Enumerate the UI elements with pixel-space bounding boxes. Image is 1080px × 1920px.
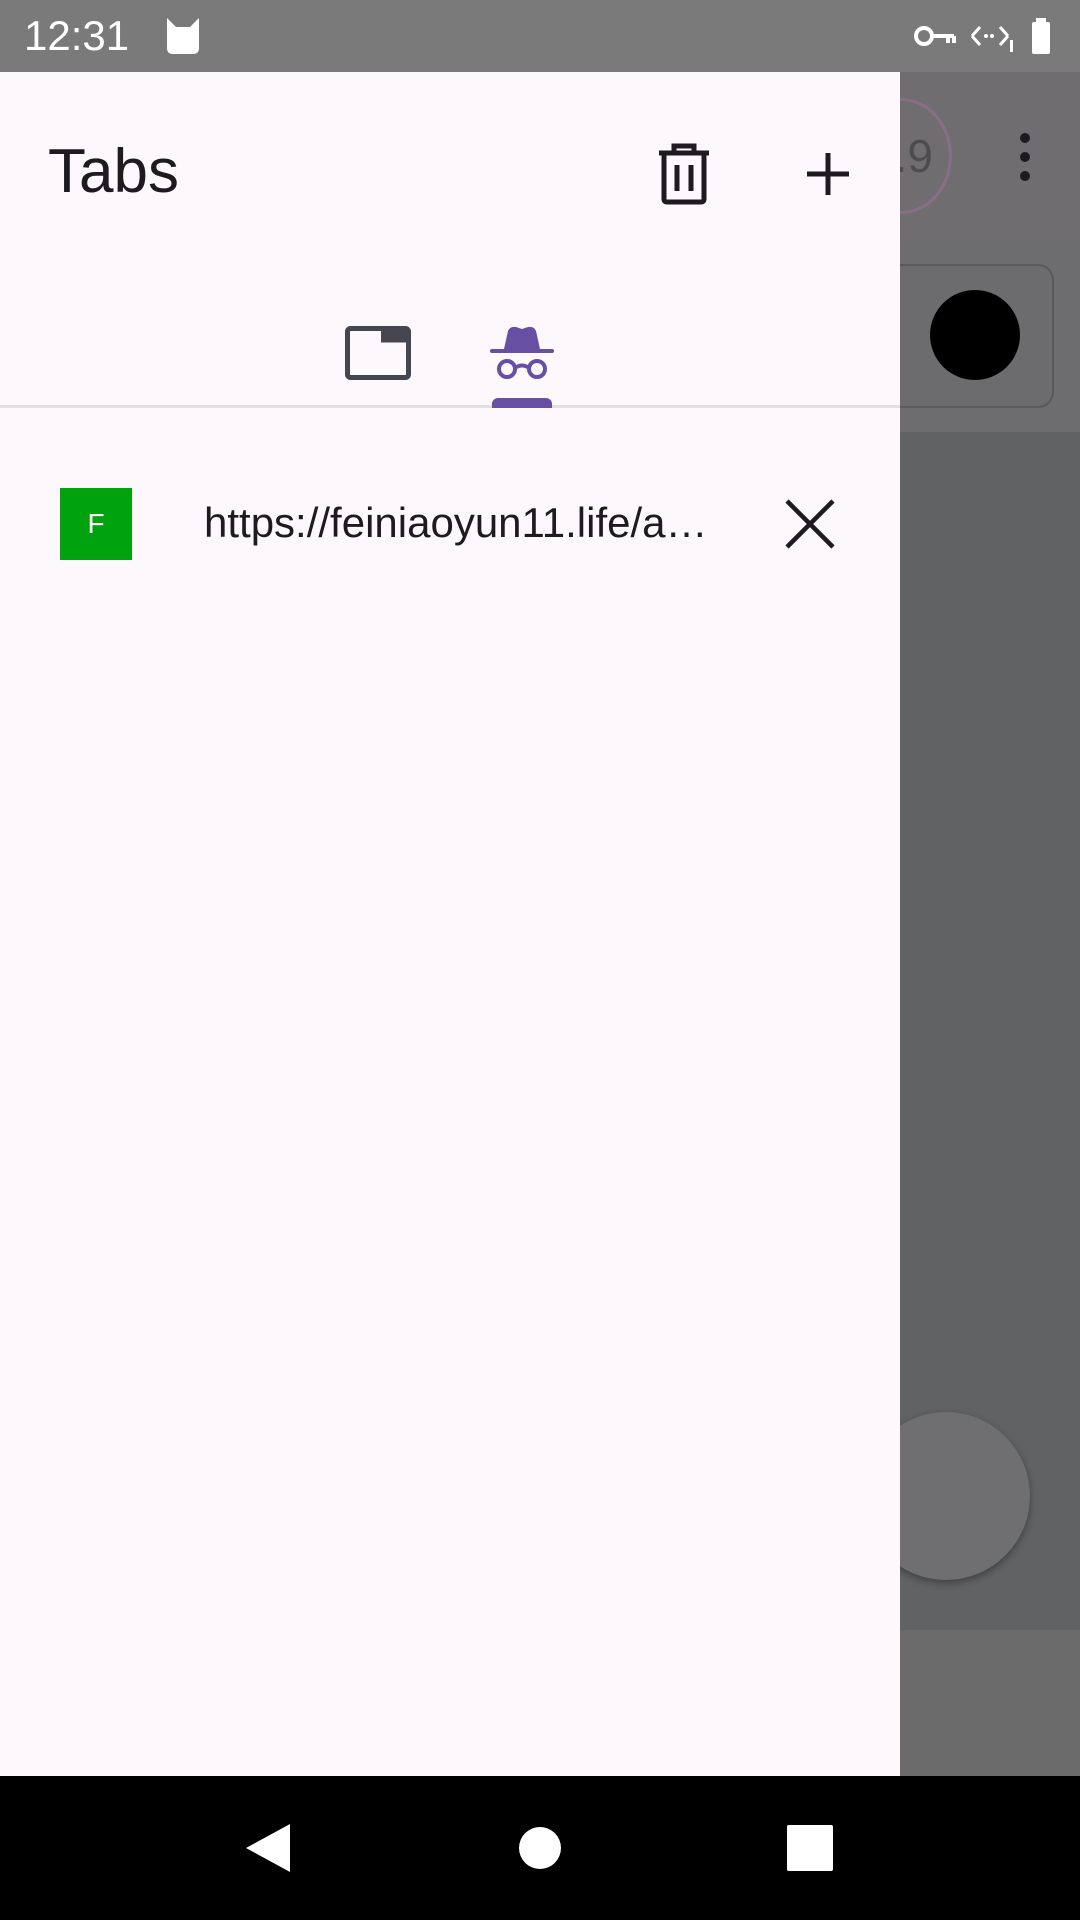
- normal-tabs-icon: [345, 326, 411, 380]
- status-icons: [912, 14, 1062, 58]
- home-icon: [519, 1827, 561, 1869]
- cat-icon: [162, 14, 204, 61]
- tab-type-switcher: [0, 298, 900, 408]
- tabs-drawer: Tabs F https://feiniaoyun11.life/a…: [0, 72, 900, 1776]
- add-tab-button[interactable]: [784, 130, 872, 218]
- navigation-bar: [0, 1776, 1080, 1920]
- background-circle: [930, 290, 1020, 380]
- tab-list-item[interactable]: F https://feiniaoyun11.life/a…: [0, 452, 900, 602]
- battery-icon: [1032, 18, 1050, 54]
- nav-recents-button[interactable]: [762, 1800, 858, 1896]
- back-icon: [246, 1824, 290, 1872]
- tab-url: https://feiniaoyun11.life/a…: [204, 499, 708, 546]
- drawer-title: Tabs: [48, 137, 179, 206]
- close-tab-button[interactable]: [764, 478, 856, 570]
- status-bar: 12:31: [0, 0, 1080, 72]
- status-time: 12:31: [24, 12, 130, 59]
- delete-tabs-button[interactable]: [640, 130, 728, 218]
- selected-tab-indicator: [492, 398, 552, 408]
- more-vert-icon: [1010, 132, 1040, 187]
- private-tabs-icon: [490, 326, 554, 379]
- favicon: F: [60, 488, 132, 560]
- switcher-divider: [0, 405, 900, 408]
- tab-private-tabs[interactable]: [474, 298, 570, 408]
- vpn-key-icon: [914, 26, 956, 46]
- close-icon: [785, 499, 835, 549]
- add-icon: [807, 153, 849, 195]
- nav-back-button[interactable]: [220, 1800, 316, 1896]
- delete-icon: [659, 143, 709, 205]
- recents-icon: [787, 1825, 833, 1871]
- tab-normal-tabs[interactable]: [330, 298, 426, 408]
- data-saver-icon: [970, 26, 1013, 52]
- nav-home-button[interactable]: [492, 1800, 588, 1896]
